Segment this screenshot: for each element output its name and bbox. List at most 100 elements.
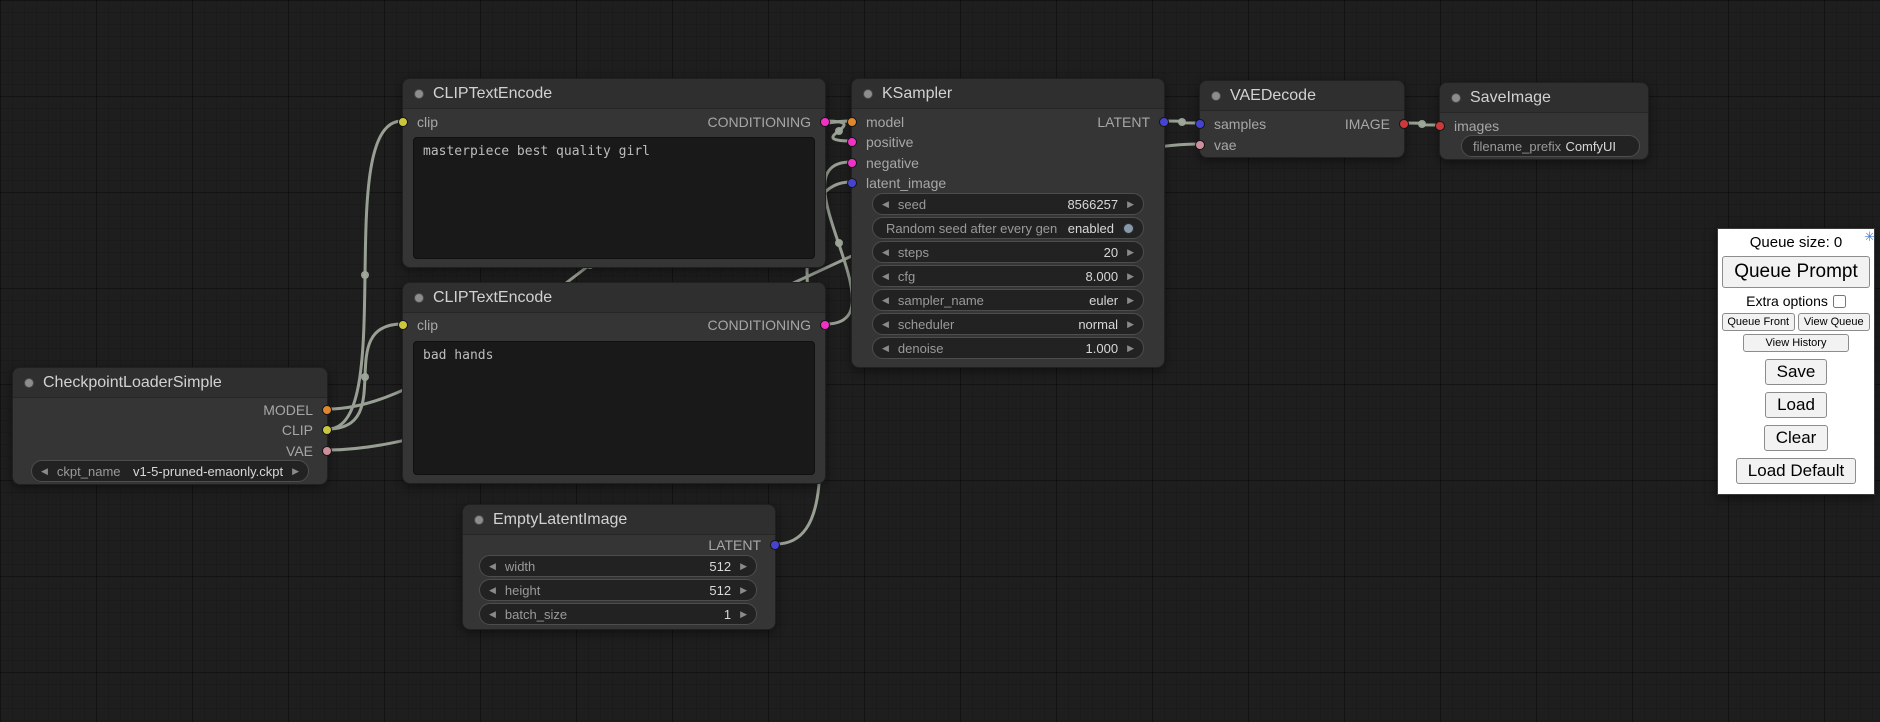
slot-row: VAE [13,441,327,461]
vae-input-port[interactable] [1195,140,1205,150]
decrement-arrow-icon[interactable]: ◀ [882,200,889,209]
node-empty-latent-image[interactable]: EmptyLatentImage LATENT ◀ width 512 ▶ ◀ … [462,504,776,630]
widget-value: enabled [1068,221,1114,236]
ckpt-name-widget[interactable]: ◀ ckpt_name v1-5-pruned-emaonly.ckpt ▶ [31,460,309,482]
node-title: KSampler [882,85,952,103]
collapse-dot-icon[interactable] [414,89,424,99]
widget-label: sampler_name [898,293,984,308]
node-title-bar[interactable]: KSampler [852,79,1164,109]
filename-prefix-widget[interactable]: filename_prefix ComfyUI [1461,135,1640,157]
clip-input-port[interactable] [398,320,408,330]
queue-front-button[interactable]: Queue Front [1722,313,1795,331]
decrement-arrow-icon[interactable]: ◀ [882,344,889,353]
decrement-arrow-icon[interactable]: ◀ [882,272,889,281]
save-button[interactable]: Save [1765,359,1828,385]
node-title-bar[interactable]: CheckpointLoaderSimple [13,368,327,398]
random-seed-toggle[interactable]: Random seed after every gen enabled [872,217,1144,239]
collapse-dot-icon[interactable] [863,89,873,99]
vae-output-port[interactable] [322,446,332,456]
width-widget[interactable]: ◀ width 512 ▶ [479,555,757,577]
positive-input-port[interactable] [847,137,857,147]
latent-output-port[interactable] [1159,117,1169,127]
increment-arrow-icon[interactable]: ▶ [1127,200,1134,209]
node-title-bar[interactable]: CLIPTextEncode [403,79,825,109]
graph-canvas[interactable]: CheckpointLoaderSimple MODEL CLIP VAE ◀ … [0,0,1880,722]
node-title-bar[interactable]: CLIPTextEncode [403,283,825,313]
increment-arrow-icon[interactable]: ▶ [740,586,747,595]
toggle-indicator-icon[interactable] [1123,223,1134,234]
increment-arrow-icon[interactable]: ▶ [1127,248,1134,257]
decrement-arrow-icon[interactable]: ◀ [489,562,496,571]
latent-image-input-port[interactable] [847,178,857,188]
collapse-dot-icon[interactable] [1211,91,1221,101]
seed-widget[interactable]: ◀ seed 8566257 ▶ [872,193,1144,215]
node-title-bar[interactable]: SaveImage [1440,83,1648,113]
slot-row: samples IMAGE [1200,114,1404,134]
widget-value: 512 [709,559,731,574]
decrement-arrow-icon[interactable]: ◀ [882,248,889,257]
node-title: CLIPTextEncode [433,289,552,307]
increment-arrow-icon[interactable]: ▶ [1127,296,1134,305]
collapse-dot-icon[interactable] [474,515,484,525]
collapse-dot-icon[interactable] [24,378,34,388]
view-history-button[interactable]: View History [1743,334,1850,352]
load-default-button[interactable]: Load Default [1736,458,1856,484]
widget-value: 8.000 [1086,269,1119,284]
increment-arrow-icon[interactable]: ▶ [1127,344,1134,353]
height-widget[interactable]: ◀ height 512 ▶ [479,579,757,601]
load-button[interactable]: Load [1765,392,1827,418]
increment-arrow-icon[interactable]: ▶ [1127,272,1134,281]
steps-widget[interactable]: ◀ steps 20 ▶ [872,241,1144,263]
negative-input-port[interactable] [847,158,857,168]
input-label: samples [1214,116,1266,132]
decrement-arrow-icon[interactable]: ◀ [489,610,496,619]
settings-icon[interactable]: ✳ [1864,229,1875,245]
decrement-arrow-icon[interactable]: ◀ [882,320,889,329]
sampler-name-widget[interactable]: ◀ sampler_name euler ▶ [872,289,1144,311]
samples-input-port[interactable] [1195,119,1205,129]
cfg-widget[interactable]: ◀ cfg 8.000 ▶ [872,265,1144,287]
queue-prompt-button[interactable]: Queue Prompt [1722,256,1870,288]
denoise-widget[interactable]: ◀ denoise 1.000 ▶ [872,337,1144,359]
images-input-port[interactable] [1435,121,1445,131]
conditioning-output-port[interactable] [820,117,830,127]
widget-label: batch_size [505,607,567,622]
node-title: SaveImage [1470,89,1551,107]
scheduler-widget[interactable]: ◀ scheduler normal ▶ [872,313,1144,335]
increment-arrow-icon[interactable]: ▶ [740,562,747,571]
increment-arrow-icon[interactable]: ▶ [1127,320,1134,329]
node-save-image[interactable]: SaveImage images filename_prefix ComfyUI [1439,82,1649,160]
comfy-menu-panel: Queue size: 0 ✳ Queue Prompt Extra optio… [1717,228,1875,495]
negative-prompt-textarea[interactable]: bad hands [413,341,815,475]
node-clip-text-encode-negative[interactable]: CLIPTextEncode clip CONDITIONING bad han… [402,282,826,484]
increment-arrow-icon[interactable]: ▶ [740,610,747,619]
model-output-port[interactable] [322,405,332,415]
node-title-bar[interactable]: EmptyLatentImage [463,505,775,535]
decrement-arrow-icon[interactable]: ◀ [41,467,48,476]
decrement-arrow-icon[interactable]: ◀ [489,586,496,595]
clip-input-port[interactable] [398,117,408,127]
image-output-port[interactable] [1399,119,1409,129]
clip-output-port[interactable] [322,425,332,435]
node-title-bar[interactable]: VAEDecode [1200,81,1404,111]
latent-output-port[interactable] [770,540,780,550]
slot-row: latent_image [852,173,1164,193]
node-ksampler[interactable]: KSampler model LATENT positive negative … [851,78,1165,368]
slot-row: CLIP [13,420,327,440]
node-checkpoint-loader[interactable]: CheckpointLoaderSimple MODEL CLIP VAE ◀ … [12,367,328,485]
output-label: CONDITIONING [708,114,811,130]
wire-latent-to-decode [1165,121,1199,123]
model-input-port[interactable] [847,117,857,127]
conditioning-output-port[interactable] [820,320,830,330]
collapse-dot-icon[interactable] [414,293,424,303]
node-clip-text-encode-positive[interactable]: CLIPTextEncode clip CONDITIONING masterp… [402,78,826,268]
clear-button[interactable]: Clear [1764,425,1829,451]
collapse-dot-icon[interactable] [1451,93,1461,103]
view-queue-button[interactable]: View Queue [1798,313,1871,331]
increment-arrow-icon[interactable]: ▶ [292,467,299,476]
extra-options-checkbox[interactable] [1833,295,1846,308]
batch-size-widget[interactable]: ◀ batch_size 1 ▶ [479,603,757,625]
positive-prompt-textarea[interactable]: masterpiece best quality girl [413,137,815,259]
decrement-arrow-icon[interactable]: ◀ [882,296,889,305]
node-vae-decode[interactable]: VAEDecode samples IMAGE vae [1199,80,1405,158]
